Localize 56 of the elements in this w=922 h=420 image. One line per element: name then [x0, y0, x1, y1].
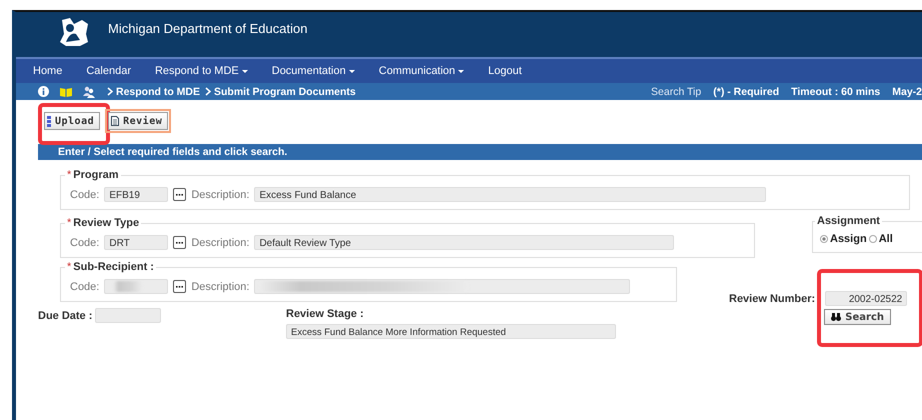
field-label: Code: — [70, 236, 100, 248]
menu-item[interactable]: Documentation — [272, 65, 355, 77]
lookup-button[interactable] — [173, 188, 186, 201]
field-label: Description: — [191, 280, 250, 292]
review-stage-field: Excess Fund Balance More Information Requested — [286, 324, 616, 339]
group-label: Assignment — [817, 214, 880, 228]
menu-item[interactable]: Logout — [488, 65, 522, 77]
group-label: Sub-Recipient : — [73, 260, 154, 274]
field-label: Review Number: — [729, 292, 816, 304]
users-icon — [83, 86, 95, 98]
menu-item[interactable]: Home — [33, 65, 62, 77]
site-title: Michigan Department of Education — [108, 21, 308, 36]
lookup-button[interactable] — [173, 236, 186, 249]
date-field[interactable] — [95, 308, 162, 323]
code-field[interactable]: DRT — [104, 235, 168, 250]
status-text: May-2 — [892, 86, 922, 98]
binoculars-icon — [831, 313, 842, 321]
breadcrumb-link[interactable]: Submit Program Documents — [214, 86, 356, 98]
info-icon — [38, 86, 49, 97]
breadcrumb-link[interactable]: Respond to MDE — [116, 86, 200, 98]
chevron-icon — [107, 87, 113, 96]
search-button[interactable]: Search — [824, 309, 891, 325]
lookup-button[interactable] — [173, 280, 186, 293]
code-field[interactable]: EFB19 — [104, 187, 168, 202]
menu-item[interactable]: Calendar — [86, 65, 131, 77]
book-icon — [60, 86, 72, 96]
required-mark: * — [67, 168, 72, 182]
group-label: Program — [73, 168, 119, 182]
group-label: Review Type — [73, 216, 140, 230]
required-mark: * — [67, 260, 72, 274]
document-icon — [111, 116, 120, 126]
status-text: (*) - Required — [713, 86, 780, 98]
menu-item[interactable]: Respond to MDE — [154, 65, 248, 77]
radio-option[interactable]: Assign — [820, 233, 867, 245]
status-text: Timeout : 60 mins — [791, 86, 880, 98]
description-field[interactable]: Excess Fund Balance — [254, 187, 766, 202]
redacted-text — [113, 281, 144, 292]
field-label: Review Stage : — [286, 308, 365, 320]
description-field[interactable]: Default Review Type — [254, 235, 674, 250]
code-field[interactable] — [104, 279, 168, 294]
section-header: Enter / Select required fields and click search. — [38, 144, 922, 160]
menu-item[interactable]: Communication — [378, 65, 464, 77]
upload-icon — [47, 116, 51, 126]
field-label: Code: — [70, 188, 100, 200]
upload-button[interactable]: Upload — [44, 112, 100, 130]
required-mark: * — [67, 216, 72, 230]
field-label: Code: — [70, 280, 100, 292]
review-number-field[interactable]: 2002-02522 — [825, 291, 908, 306]
review-button[interactable]: Review — [108, 112, 168, 130]
field-label: Due Date : — [38, 310, 92, 322]
search-tip-link[interactable]: Search Tip — [651, 86, 702, 98]
description-field[interactable] — [254, 279, 630, 294]
field-label: Description: — [191, 188, 250, 200]
radio-option[interactable]: All — [868, 233, 893, 245]
chevron-icon — [205, 87, 211, 96]
field-label: Description: — [191, 236, 250, 248]
